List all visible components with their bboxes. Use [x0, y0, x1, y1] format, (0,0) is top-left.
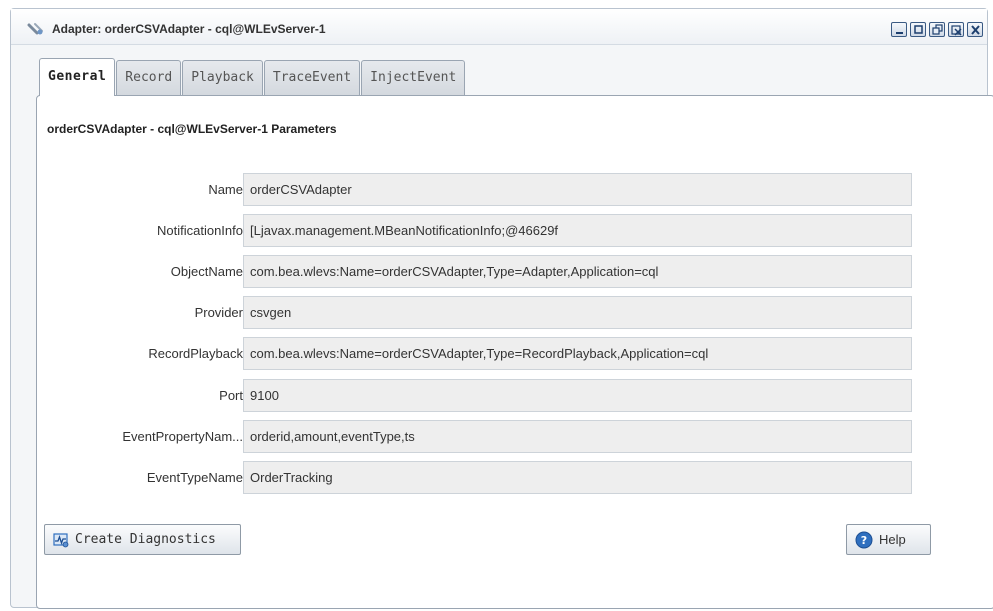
tab-record[interactable]: Record	[116, 60, 182, 96]
restore-icon[interactable]	[929, 22, 945, 37]
field-row-port: Port 9100	[37, 379, 993, 412]
objectname-field: com.bea.wlevs:Name=orderCSVAdapter,Type=…	[243, 255, 912, 288]
panel-heading: orderCSVAdapter - cql@WLEvServer-1 Param…	[47, 122, 337, 136]
name-field: orderCSVAdapter	[243, 173, 912, 206]
field-row-objectname: ObjectName com.bea.wlevs:Name=orderCSVAd…	[37, 255, 993, 288]
maximize-icon[interactable]	[910, 22, 926, 37]
help-button[interactable]: ? Help	[846, 524, 931, 555]
tab-injectevent[interactable]: InjectEvent	[361, 60, 466, 96]
tab-bar: General Record Playback TraceEvent Injec…	[39, 58, 466, 98]
svg-text:?: ?	[861, 534, 867, 547]
field-label: RecordPlayback	[148, 346, 243, 361]
window-controls	[891, 22, 983, 37]
tab-general[interactable]: General	[39, 58, 116, 98]
help-label: Help	[879, 532, 906, 547]
port-field: 9100	[243, 379, 912, 412]
field-label: Port	[219, 388, 243, 403]
help-icon: ?	[855, 531, 873, 548]
diagnostics-icon	[53, 532, 69, 547]
general-panel: orderCSVAdapter - cql@WLEvServer-1 Param…	[36, 95, 993, 609]
field-label: ObjectName	[170, 264, 243, 279]
field-label: Provider	[194, 305, 243, 320]
window-title: Adapter: orderCSVAdapter - cql@WLEvServe…	[52, 22, 326, 36]
field-row-provider: Provider csvgen	[37, 296, 993, 329]
adapter-window: Adapter: orderCSVAdapter - cql@WLEvServe…	[10, 8, 993, 609]
minimize-icon[interactable]	[891, 22, 907, 37]
field-label: EventTypeName	[146, 470, 243, 485]
title-bar[interactable]: Adapter: orderCSVAdapter - cql@WLEvServe…	[11, 9, 987, 45]
adapter-icon	[27, 22, 43, 36]
create-diagnostics-button[interactable]: Create Diagnostics	[44, 524, 241, 555]
field-row-eventpropertynames: EventPropertyNam... orderid,amount,event…	[37, 420, 993, 453]
field-label: EventPropertyNam...	[122, 429, 243, 444]
recordplayback-field: com.bea.wlevs:Name=orderCSVAdapter,Type=…	[243, 337, 912, 370]
notificationinfo-field: [Ljavax.management.MBeanNotificationInfo…	[243, 214, 912, 247]
eventtypename-field: OrderTracking	[243, 461, 912, 494]
tab-traceevent[interactable]: TraceEvent	[263, 60, 361, 96]
field-row-name: Name orderCSVAdapter	[37, 173, 993, 206]
pin-icon[interactable]	[948, 22, 964, 37]
field-row-notificationinfo: NotificationInfo [Ljavax.management.MBea…	[37, 214, 993, 247]
field-label: Name	[208, 182, 243, 197]
eventpropertynames-field: orderid,amount,eventType,ts	[243, 420, 912, 453]
field-row-eventtypename: EventTypeName OrderTracking	[37, 461, 993, 494]
provider-field: csvgen	[243, 296, 912, 329]
field-label: NotificationInfo	[157, 223, 243, 238]
create-diagnostics-label: Create Diagnostics	[75, 532, 216, 547]
tab-playback[interactable]: Playback	[182, 60, 263, 96]
field-row-recordplayback: RecordPlayback com.bea.wlevs:Name=orderC…	[37, 337, 993, 370]
close-icon[interactable]	[967, 22, 983, 37]
